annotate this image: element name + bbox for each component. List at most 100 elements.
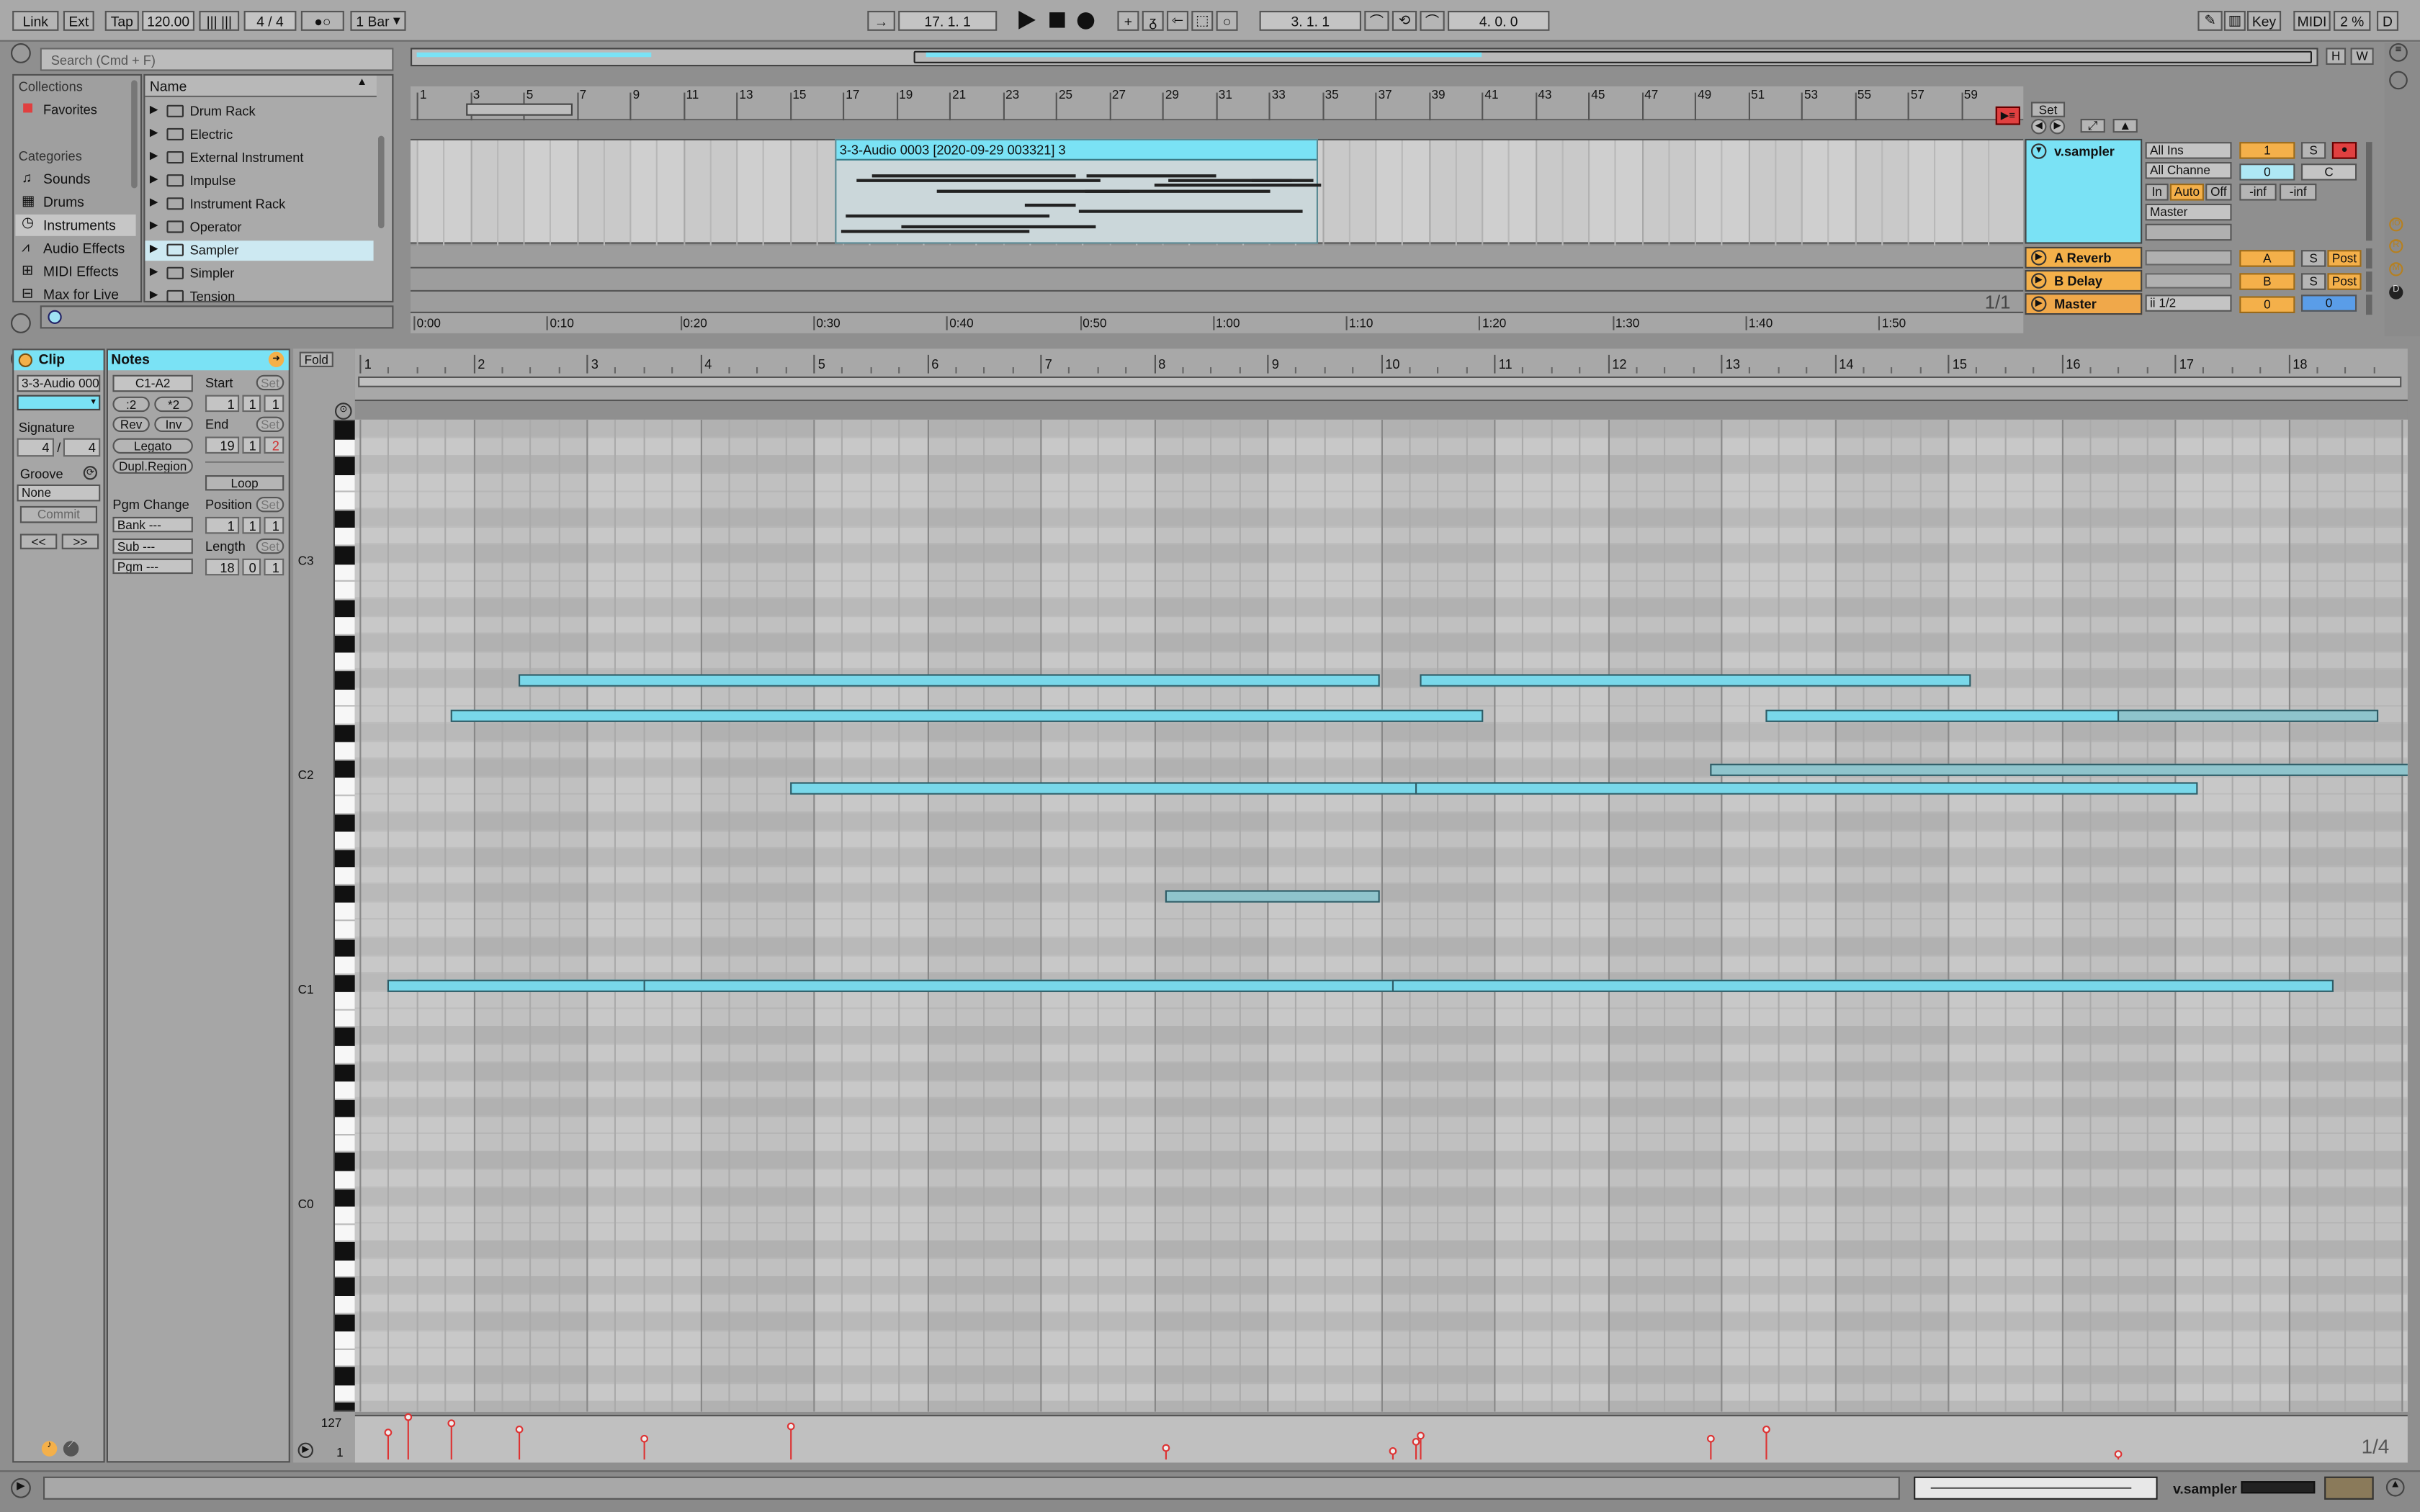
black-key[interactable] <box>335 814 355 832</box>
session-record-button[interactable]: ○ <box>1216 11 1238 31</box>
signature-denominator[interactable]: 4 <box>63 438 101 457</box>
program-field[interactable]: Pgm --- <box>112 558 193 575</box>
expand-icon[interactable]: ⤢ <box>2080 119 2105 133</box>
signature-field[interactable]: 4 / 4 <box>243 11 297 31</box>
browser-item[interactable]: ▶ External Instrument <box>145 148 373 168</box>
length-bar[interactable]: 18 <box>205 558 240 576</box>
output-channel-menu[interactable] <box>2145 223 2232 241</box>
nudge-buttons[interactable]: ||| ||| <box>199 11 240 31</box>
input-type-menu[interactable]: All Ins <box>2145 142 2232 159</box>
double-tempo-button[interactable]: *2 <box>154 396 193 413</box>
black-key[interactable] <box>335 635 355 654</box>
pan-field[interactable]: C <box>2301 163 2357 181</box>
groove-hot-swap-icon[interactable]: ⟳ <box>83 466 97 480</box>
black-key[interactable] <box>335 938 355 957</box>
invert-button[interactable]: Inv <box>154 416 193 432</box>
start-sixteenth[interactable]: 1 <box>264 395 284 413</box>
return-io-field[interactable] <box>2145 250 2232 266</box>
velocity-toggle-icon[interactable]: ▶ <box>297 1442 313 1458</box>
velocity-stem[interactable] <box>407 1416 409 1460</box>
stop-icon[interactable] <box>1049 12 1065 28</box>
position-set-button[interactable]: Set <box>256 497 284 513</box>
velocity-handle[interactable] <box>447 1419 455 1428</box>
midi-note[interactable] <box>2118 710 2379 723</box>
black-key[interactable] <box>335 1153 355 1171</box>
position-beat[interactable]: 1 <box>242 516 261 534</box>
return-solo-button[interactable]: S <box>2301 273 2326 290</box>
clip-name-field[interactable]: 3-3-Audio 000 <box>17 374 101 392</box>
follow-button[interactable]: → <box>867 11 895 31</box>
browser-item[interactable]: ▶ Simpler <box>145 264 373 284</box>
sub-bank-field[interactable]: Sub --- <box>112 538 193 554</box>
key-map-button[interactable]: Key <box>2247 11 2282 31</box>
loop-button[interactable]: ⟲ <box>1392 11 1417 31</box>
black-key[interactable] <box>335 599 355 618</box>
black-key[interactable] <box>335 1099 355 1117</box>
end-sixteenth[interactable]: 2 <box>264 436 284 454</box>
browser-item[interactable]: ▶ Impulse <box>145 171 373 192</box>
punch-in-button[interactable]: ⌒ <box>1364 11 1389 31</box>
length-sixteenth[interactable]: 1 <box>264 558 284 576</box>
clip-activator-icon[interactable] <box>18 353 32 367</box>
expand-arrow-icon[interactable]: ▶ <box>150 173 158 185</box>
arrow-right-icon[interactable]: ➜ <box>268 351 284 367</box>
length-beat[interactable]: 0 <box>242 558 261 576</box>
height-toggle-button[interactable]: H <box>2326 48 2347 65</box>
track-fold-icon[interactable]: ▼ <box>2031 143 2047 159</box>
search-input[interactable]: Search (Cmd + F) <box>40 48 394 71</box>
hot-swap-icon[interactable] <box>11 313 31 333</box>
delay-toggle-icon[interactable]: D <box>2389 285 2403 300</box>
velocity-lane[interactable] <box>354 1414 2408 1463</box>
overview-side-icon[interactable]: ≡ <box>2389 43 2408 62</box>
sends-toggle-icon[interactable] <box>2389 71 2408 90</box>
expand-arrow-icon[interactable]: ▶ <box>150 266 158 278</box>
midi-note[interactable] <box>1415 782 2197 796</box>
piano-keyboard[interactable] <box>333 419 357 1412</box>
note-range-field[interactable]: C1-A2 <box>112 374 193 392</box>
velocity-handle[interactable] <box>640 1434 648 1443</box>
return-activator-button[interactable]: A <box>2239 250 2295 267</box>
nav-right-button[interactable]: >> <box>61 534 99 549</box>
note-grid[interactable] <box>354 419 2408 1412</box>
overdub-button[interactable]: + <box>1117 11 1139 31</box>
notes-box-header[interactable]: Notes ➜ <box>108 350 289 371</box>
midi-map-button[interactable]: MIDI <box>2293 11 2331 31</box>
black-key[interactable] <box>335 974 355 993</box>
return-solo-button[interactable]: S <box>2301 250 2326 267</box>
black-key[interactable] <box>335 850 355 868</box>
velocity-handle[interactable] <box>1411 1438 1420 1446</box>
black-key[interactable] <box>335 1027 355 1046</box>
browser-item[interactable]: ▶ Electric <box>145 125 373 145</box>
arrangement-record-button[interactable]: ▶≡ <box>1995 106 2020 125</box>
browser-item[interactable]: ▶ Sampler <box>145 240 374 261</box>
bank-field[interactable]: Bank --- <box>112 516 193 533</box>
black-key[interactable] <box>335 1063 355 1082</box>
automation-arm-button[interactable]: ᵹ <box>1142 11 1164 31</box>
punch-out-button[interactable]: ⌒ <box>1420 11 1445 31</box>
solo-button[interactable]: S <box>2301 142 2326 159</box>
monitor-in-button[interactable]: In <box>2145 183 2169 201</box>
arm-record-icon[interactable]: ● <box>2331 142 2357 159</box>
detail-toggle-icon[interactable]: ▲ <box>2385 1477 2405 1497</box>
browser-toggle-icon[interactable] <box>11 43 31 63</box>
pre-post-button[interactable]: Post <box>2327 250 2362 267</box>
lock-icon[interactable]: ▲ <box>2112 119 2138 133</box>
midi-note[interactable] <box>518 674 1381 688</box>
black-key[interactable] <box>335 760 355 778</box>
output-type-menu[interactable]: Master <box>2145 203 2232 221</box>
start-bar[interactable]: 1 <box>205 395 240 413</box>
tempo-field[interactable]: 120.00 <box>142 11 194 31</box>
end-set-button[interactable]: Set <box>256 416 284 432</box>
envelope-icon[interactable]: ⟋ <box>63 1441 79 1457</box>
computer-keyboard-icon[interactable]: ▥ <box>2223 11 2246 31</box>
play-icon[interactable] <box>1018 11 1036 30</box>
prev-locator-icon[interactable]: ◀ <box>2031 119 2047 135</box>
ext-button[interactable]: Ext <box>63 11 94 31</box>
legato-button[interactable]: Legato <box>112 438 193 454</box>
black-key[interactable] <box>335 546 355 564</box>
quantize-menu[interactable]: 1 Bar ▾ <box>350 11 406 31</box>
name-column-header[interactable]: Name ▲ <box>145 76 377 97</box>
expand-arrow-icon[interactable]: ▶ <box>150 289 158 301</box>
sidebar-item-midi-effects[interactable]: ⊞ MIDI Effects <box>15 262 135 282</box>
browser-item[interactable]: ▶ Instrument Rack <box>145 194 373 215</box>
